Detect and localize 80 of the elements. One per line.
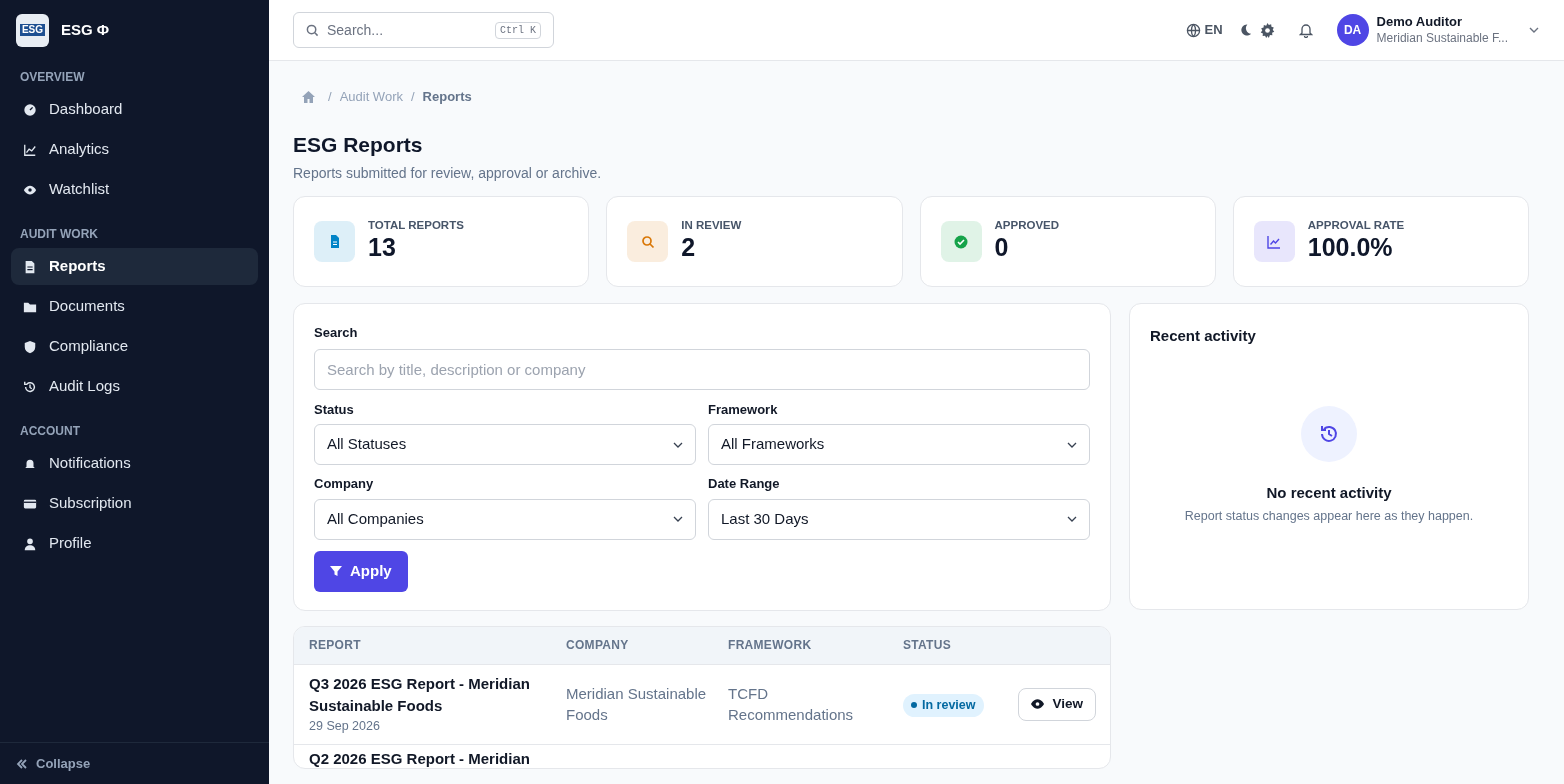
- breadcrumb-separator: /: [410, 88, 415, 106]
- language-button[interactable]: EN: [1185, 20, 1223, 40]
- field-label: Framework: [708, 400, 779, 419]
- stat-value: 100.0%: [1307, 234, 1394, 262]
- table-cell-text: Meridian Sustainable Foods: [566, 684, 708, 725]
- search-input[interactable]: Search...: [327, 19, 487, 41]
- nav-item[interactable]: Watchlist: [11, 171, 258, 208]
- section-heading: AUDIT WORK: [19, 226, 99, 243]
- stat-label: TOTAL REPORTS: [368, 218, 464, 234]
- select-field[interactable]: All Statuses: [314, 424, 696, 465]
- nav-item[interactable]: Profile: [11, 525, 258, 562]
- breadcrumb-current[interactable]: Reports: [422, 87, 472, 107]
- double-chevron-left-icon: [16, 757, 28, 770]
- column-header: FRAMEWORK: [727, 637, 813, 654]
- page-title: ESG Reports: [293, 131, 424, 158]
- nav-item[interactable]: Notifications: [11, 445, 258, 482]
- stat-value: 2: [681, 234, 697, 262]
- bell-icon[interactable]: [1298, 22, 1313, 38]
- stat-label: IN REVIEW: [681, 218, 742, 234]
- filter-icon: [330, 565, 342, 577]
- stat-label: APPROVED: [994, 218, 1060, 234]
- stat-label: APPROVAL RATE: [1307, 218, 1405, 234]
- moon-icon[interactable]: [1238, 23, 1252, 37]
- chevron-down-icon: [673, 516, 683, 522]
- shield-icon: [23, 339, 37, 354]
- status-badge: In review: [903, 693, 984, 717]
- chevron-down-icon: [1067, 441, 1077, 448]
- column-header: REPORT: [308, 637, 362, 654]
- section-heading: ACCOUNT: [19, 423, 81, 440]
- collapse-button[interactable]: Collapse: [16, 753, 91, 774]
- gear-icon[interactable]: [1259, 22, 1275, 38]
- field-label: Company: [314, 475, 375, 493]
- search-input[interactable]: Search by title, description or company: [314, 348, 1090, 390]
- chevron-down-icon[interactable]: [1528, 26, 1540, 34]
- globe-icon: [1185, 22, 1201, 38]
- line-chart-icon: [23, 142, 37, 157]
- view-button[interactable]: View: [1018, 687, 1096, 721]
- section-heading: OVERVIEW: [19, 69, 86, 86]
- user-company: Meridian Sustainable F...: [1376, 30, 1508, 46]
- logo-icon: ESG: [16, 13, 49, 47]
- nav-item[interactable]: Documents: [11, 288, 258, 325]
- empty-title: No recent activity: [1266, 482, 1392, 503]
- select-field[interactable]: All Companies: [314, 498, 696, 540]
- search-icon: [306, 23, 319, 37]
- apply-button[interactable]: Apply: [314, 550, 408, 592]
- user-avatar[interactable]: DA: [1336, 14, 1369, 46]
- field-label: Search: [314, 324, 359, 342]
- card-title: Recent activity: [1150, 326, 1257, 346]
- shortcut-hint: Ctrl K: [495, 21, 541, 39]
- eye-icon: [1031, 699, 1045, 709]
- breadcrumb-separator: /: [328, 88, 332, 106]
- report-title[interactable]: Q2 2026 ESG Report - Meridian: [309, 749, 552, 768]
- stat-value: 0: [994, 234, 1010, 262]
- report-date: 29 Sep 2026: [309, 717, 381, 735]
- page-subtitle: Reports submitted for review, approval or archive.: [293, 164, 603, 183]
- column-header: STATUS: [902, 637, 953, 654]
- nav-item[interactable]: Compliance: [11, 328, 258, 365]
- document-icon: [23, 259, 37, 274]
- chevron-down-icon: [1067, 516, 1077, 522]
- nav-item[interactable]: Dashboard: [11, 91, 258, 128]
- brand-name: ESG Φ: [61, 19, 110, 40]
- chevron-down-icon: [673, 441, 683, 448]
- select-field[interactable]: All Frameworks: [708, 424, 1090, 465]
- table-cell-text: TCFD Recommendations: [728, 684, 855, 725]
- user-name: Demo Auditor: [1376, 14, 1464, 31]
- gauge-icon: [23, 102, 37, 117]
- select-field[interactable]: Last 30 Days: [708, 498, 1090, 540]
- nav-item[interactable]: Audit Logs: [11, 368, 258, 405]
- column-header: COMPANY: [565, 637, 630, 654]
- report-title[interactable]: Q3 2026 ESG Report - Meridian Sustainable Foods: [309, 672, 552, 717]
- nav-item[interactable]: Reports: [11, 248, 258, 285]
- search-field[interactable]: Search... Ctrl K: [293, 12, 554, 48]
- stat-value: 13: [368, 234, 397, 262]
- nav-item[interactable]: Subscription: [11, 485, 258, 522]
- user-icon: [23, 536, 37, 551]
- nav-item[interactable]: Analytics: [11, 131, 258, 168]
- empty-text: Report status changes appear here as they happen.: [1184, 508, 1474, 525]
- field-label: Date Range: [708, 475, 781, 493]
- field-label: Status: [314, 400, 355, 419]
- history-icon: [23, 379, 37, 394]
